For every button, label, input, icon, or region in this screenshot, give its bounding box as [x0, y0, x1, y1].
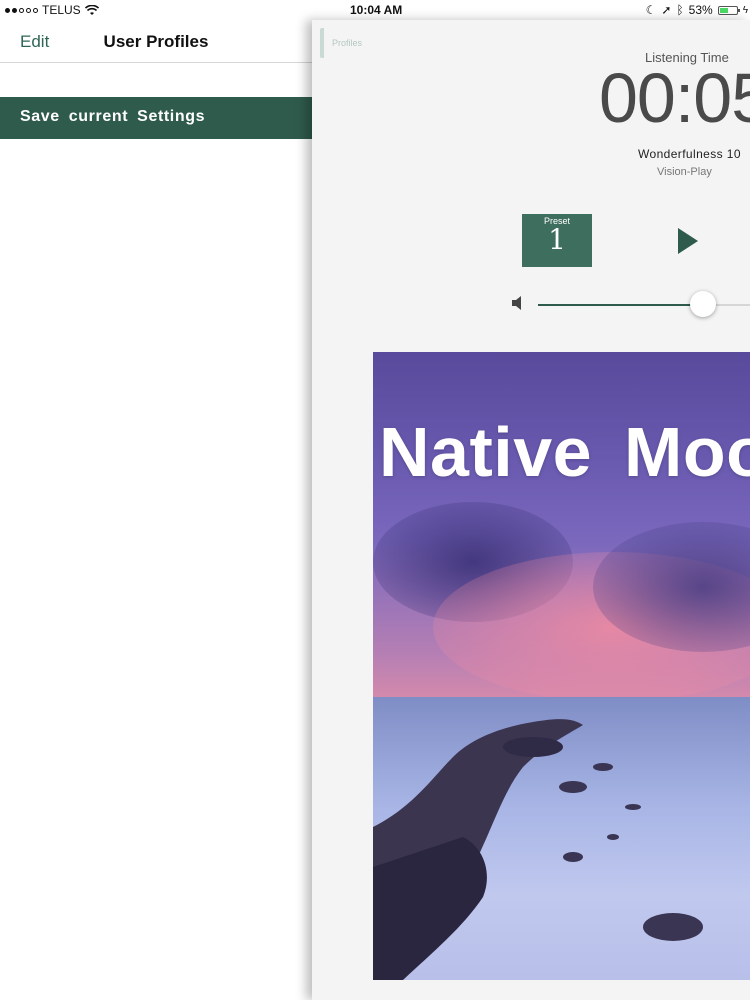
battery-icon	[717, 5, 740, 15]
clock: 10:04 AM	[350, 3, 403, 17]
volume-slider-thumb[interactable]	[690, 291, 717, 317]
profiles-panel: Edit User Profiles Save current Settings	[0, 20, 312, 1000]
carrier-label: TELUS	[42, 3, 81, 17]
track-subtitle: Vision-Play	[657, 166, 712, 178]
art-rocks	[373, 719, 703, 980]
volume-slider-fill	[538, 304, 704, 306]
album-title: Native Mood	[379, 413, 750, 491]
charging-bolt-icon: ϟ	[742, 4, 748, 16]
listening-time-value: 00:05	[599, 59, 750, 137]
volume-icon	[512, 296, 521, 310]
profiles-tab-handle[interactable]: Profiles	[320, 28, 362, 58]
page-title: User Profiles	[103, 32, 209, 51]
signal-strength-icon	[5, 7, 38, 13]
battery-percent: 53%	[688, 3, 713, 17]
play-icon[interactable]	[676, 226, 700, 256]
album-art: Native Mood	[373, 352, 750, 980]
location-arrow-icon: ➚	[661, 3, 672, 17]
status-left: TELUS	[5, 3, 99, 17]
player-panel: Profiles Listening Time 00:05 Wonderfuln…	[312, 20, 750, 1000]
bluetooth-icon: ᛒ	[676, 3, 684, 17]
preset-number: 1	[548, 223, 566, 256]
profiles-navbar: Edit User Profiles	[0, 20, 312, 63]
track-title: Wonderfulness 10	[638, 147, 741, 161]
wifi-icon	[84, 4, 99, 15]
preset-button[interactable]: Preset 1	[522, 214, 592, 267]
volume-slider-track[interactable]	[538, 304, 750, 306]
status-bar: TELUS 10:04 AM ☾ ➚ ᛒ 53% ϟ	[0, 0, 750, 20]
moon-icon: ☾	[645, 3, 657, 17]
save-current-settings-button[interactable]: Save current Settings	[0, 97, 312, 139]
status-right: ☾ ➚ ᛒ 53% ϟ	[646, 3, 748, 17]
